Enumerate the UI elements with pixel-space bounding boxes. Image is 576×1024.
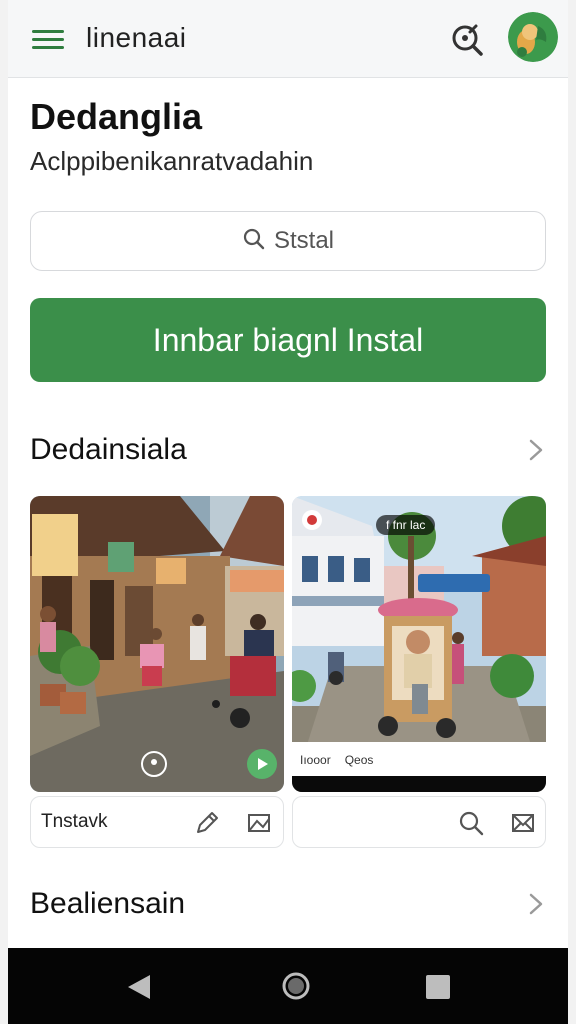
recent-apps-square-icon[interactable] — [426, 975, 450, 999]
home-circle-icon[interactable] — [281, 971, 311, 1001]
strip-item: Iıooor — [300, 753, 331, 767]
chevron-right-icon — [526, 436, 546, 464]
card-footer: Tnstavk — [30, 796, 284, 848]
card-footer — [292, 796, 546, 848]
card-image-village-street[interactable] — [30, 496, 284, 792]
image-icon[interactable] — [509, 809, 537, 837]
section-header-featured[interactable]: Dedainsiala — [30, 428, 546, 472]
search-icon[interactable] — [457, 809, 485, 837]
app-bar: linenaai — [8, 0, 568, 78]
image-overlay-caption: f fnr lac — [376, 515, 436, 535]
section-title: Dedainsiala — [30, 433, 187, 466]
avatar[interactable] — [508, 12, 558, 62]
system-nav-bar — [8, 948, 568, 1024]
install-button[interactable]: Innbar biagnl Instal — [30, 298, 546, 382]
section-title: Bealiensain — [30, 887, 186, 920]
search-icon — [242, 227, 266, 256]
page-title: Dedanglia — [30, 96, 203, 137]
card-footer-label: Tnstavk — [41, 811, 108, 832]
app-title: linenaai — [86, 22, 187, 53]
page-subtitle: Aclppibenikanratvadahin — [30, 146, 314, 176]
pencil-icon[interactable] — [193, 809, 221, 837]
hamburger-menu-icon[interactable] — [30, 26, 66, 52]
image-icon[interactable] — [245, 809, 273, 837]
section-header-more[interactable]: Bealiensain — [30, 882, 546, 926]
search-placeholder: Ststal — [273, 227, 335, 254]
search-icon[interactable] — [450, 22, 486, 58]
search-input[interactable]: Ststal — [30, 211, 546, 271]
card-image-tuktuk-street[interactable]: f fnr lac Iıooor Qeos — [292, 496, 546, 792]
strip-item: Qeos — [344, 753, 374, 767]
back-triangle-icon[interactable] — [126, 973, 152, 1001]
image-strip: Iıooor Qeos — [292, 746, 545, 774]
chevron-right-icon — [526, 890, 546, 918]
